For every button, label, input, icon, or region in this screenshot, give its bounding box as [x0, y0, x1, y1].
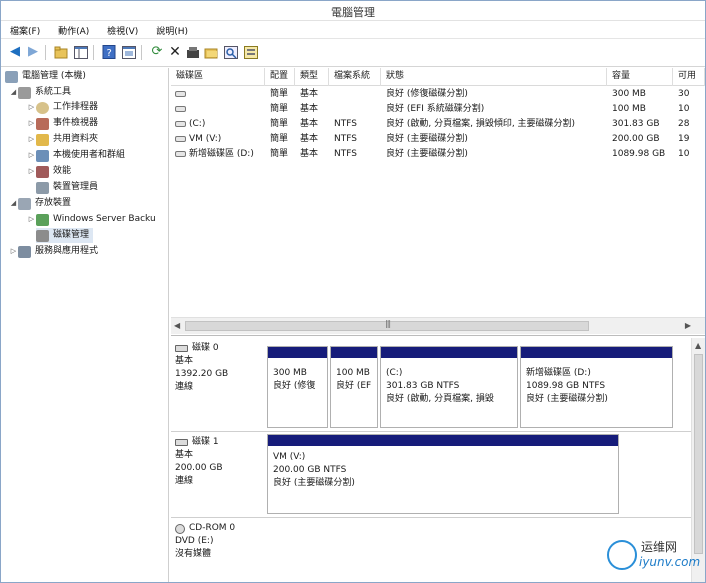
forward-icon[interactable]: ▶ — [25, 44, 41, 60]
toolbar: ◀ ▶ ? ⟳ ✕ — [1, 39, 705, 67]
volume-icon — [175, 135, 186, 142]
tree-item-storage[interactable]: ◢ 存放裝置 — [9, 196, 71, 211]
collapsed-arrow-icon[interactable]: ▷ — [27, 148, 36, 163]
scroll-thumb[interactable] — [694, 354, 703, 554]
tree-item-shared-folders[interactable]: ▷ 共用資料夾 — [27, 132, 98, 147]
partition-vm[interactable]: VM (V:) 200.00 GB NTFS 良好 (主要磁碟分割) — [267, 434, 619, 514]
delete-icon[interactable]: ✕ — [167, 44, 183, 60]
tree-item-disk-management[interactable]: 磁碟管理 — [36, 228, 94, 243]
svg-text:?: ? — [107, 48, 112, 59]
tree-item-task-scheduler[interactable]: ▷ 工作排程器 — [27, 100, 98, 115]
column-header-volume[interactable]: 磁碟區 — [171, 68, 265, 86]
tree-item-system-tools[interactable]: ◢ 系統工具 — [9, 85, 71, 100]
show-hide-tree-icon[interactable] — [73, 44, 89, 60]
menu-view[interactable]: 檢視(V) — [98, 21, 144, 37]
open-icon[interactable] — [203, 44, 219, 60]
tree-item-performance[interactable]: ▷ 效能 — [27, 164, 71, 179]
partition-efi[interactable]: 100 MB 良好 (EF — [330, 346, 378, 428]
event-icon — [36, 117, 49, 130]
tree-item-services-applications[interactable]: ▷ 服務與應用程式 — [9, 244, 98, 259]
column-header-filesystem[interactable]: 檔案系統 — [329, 68, 381, 86]
scroll-right-icon[interactable]: ▶ — [685, 321, 691, 330]
scroll-grip-icon: ||| — [385, 319, 391, 328]
storage-icon — [18, 197, 31, 210]
volume-icon — [175, 150, 186, 157]
tree-item-local-users-groups[interactable]: ▷ 本機使用者和群組 — [27, 148, 125, 163]
backup-icon — [36, 213, 49, 226]
window-title: 電腦管理 — [331, 6, 375, 19]
watermark-logo: 运维网 iyunv.com — [605, 536, 700, 576]
cdrom-0-label[interactable]: CD-ROM 0 DVD (E:) 沒有媒體 — [175, 522, 261, 561]
tree-item-computer-management[interactable]: 電腦管理 (本機) — [5, 69, 86, 84]
up-folder-icon[interactable] — [53, 44, 69, 60]
volume-icon — [175, 120, 186, 127]
menu-file[interactable]: 檔案(F) — [1, 21, 46, 37]
title-bar[interactable]: 電腦管理 — [1, 1, 705, 21]
partition-c[interactable]: (C:) 301.83 GB NTFS 良好 (啟動, 分頁檔案, 損毀 — [380, 346, 518, 428]
table-row[interactable]: 簡單 基本 良好 (修復磁碟分割) 300 MB 30 — [171, 87, 705, 102]
column-header-capacity[interactable]: 容量 — [607, 68, 673, 86]
computer-icon — [5, 70, 18, 83]
table-row[interactable]: (C:) 簡單 基本 NTFS 良好 (啟動, 分頁檔案, 損毀傾印, 主要磁碟… — [171, 117, 705, 132]
clock-icon — [36, 101, 49, 114]
horizontal-scrollbar[interactable]: ◀ ||| ▶ — [171, 317, 705, 334]
disk-graphical-view: 磁碟 0 基本 1392.20 GB 連線 300 MB 良好 (修復 100 … — [171, 338, 705, 582]
menu-action[interactable]: 動作(A) — [49, 21, 95, 37]
menu-bar: 檔案(F) 動作(A) 檢視(V) 說明(H) — [1, 21, 705, 39]
console-icon[interactable] — [121, 44, 137, 60]
console-tree: 電腦管理 (本機) ◢ 系統工具 ▷ 工作排程器 ▷ 事件檢視器 ▷ 共用資料夾… — [1, 68, 169, 582]
tree-item-event-viewer[interactable]: ▷ 事件檢視器 — [27, 116, 98, 131]
performance-icon — [36, 165, 49, 178]
column-header-free[interactable]: 可用 — [673, 68, 705, 86]
table-row[interactable]: 新增磁碟區 (D:) 簡單 基本 NTFS 良好 (主要磁碟分割) 1089.9… — [171, 147, 705, 162]
back-icon[interactable]: ◀ — [7, 44, 23, 60]
volume-list: 磁碟區 配置 類型 檔案系統 狀態 容量 可用 簡單 基本 良好 (修復磁碟分割… — [171, 68, 705, 336]
volume-icon — [175, 105, 186, 112]
folder-icon — [36, 133, 49, 146]
expanded-arrow-icon[interactable]: ◢ — [9, 196, 18, 211]
column-header-status[interactable]: 狀態 — [381, 68, 607, 86]
properties-icon[interactable] — [185, 44, 201, 60]
collapsed-arrow-icon[interactable]: ▷ — [27, 100, 36, 115]
search-icon[interactable] — [223, 44, 239, 60]
menu-help[interactable]: 說明(H) — [147, 21, 194, 37]
disk-0-label[interactable]: 磁碟 0 基本 1392.20 GB 連線 — [175, 342, 261, 394]
export-icon[interactable] — [243, 44, 259, 60]
users-icon — [36, 149, 49, 162]
refresh-icon[interactable]: ⟳ — [149, 44, 165, 60]
partition-d[interactable]: 新增磁碟區 (D:) 1089.98 GB NTFS 良好 (主要磁碟分割) — [520, 346, 673, 428]
tools-icon — [18, 86, 31, 99]
collapsed-arrow-icon[interactable]: ▷ — [27, 164, 36, 179]
services-icon — [18, 245, 31, 258]
device-icon — [36, 181, 49, 194]
column-header-type[interactable]: 類型 — [295, 68, 329, 86]
table-row[interactable]: VM (V:) 簡單 基本 NTFS 良好 (主要磁碟分割) 200.00 GB… — [171, 132, 705, 147]
disk-0-row: 磁碟 0 基本 1392.20 GB 連線 300 MB 良好 (修復 100 … — [171, 338, 691, 430]
collapsed-arrow-icon[interactable]: ▷ — [9, 244, 18, 259]
expanded-arrow-icon[interactable]: ◢ — [9, 85, 18, 100]
scroll-left-icon[interactable]: ◀ — [174, 321, 180, 330]
volume-list-header: 磁碟區 配置 類型 檔案系統 狀態 容量 可用 — [171, 68, 705, 86]
help-icon[interactable]: ? — [101, 44, 117, 60]
hard-disk-icon — [175, 439, 188, 446]
volume-icon — [175, 90, 186, 97]
disk-1-label[interactable]: 磁碟 1 基本 200.00 GB 連線 — [175, 436, 261, 488]
computer-management-window: 電腦管理 檔案(F) 動作(A) 檢視(V) 說明(H) ◀ ▶ ? ⟳ ✕ 電… — [0, 0, 706, 583]
hard-disk-icon — [175, 345, 188, 352]
collapsed-arrow-icon[interactable]: ▷ — [27, 132, 36, 147]
collapsed-arrow-icon[interactable]: ▷ — [27, 116, 36, 131]
scroll-up-icon[interactable]: ▲ — [695, 341, 701, 350]
disk-1-row: 磁碟 1 基本 200.00 GB 連線 VM (V:) 200.00 GB N… — [171, 432, 691, 516]
partition-recovery[interactable]: 300 MB 良好 (修復 — [267, 346, 328, 428]
cdrom-icon — [175, 523, 185, 534]
column-header-layout[interactable]: 配置 — [265, 68, 295, 86]
tree-item-device-manager[interactable]: 裝置管理員 — [36, 180, 98, 195]
disk-icon — [36, 229, 49, 242]
table-row[interactable]: 簡單 基本 良好 (EFI 系統磁碟分割) 100 MB 10 — [171, 102, 705, 117]
tree-item-windows-server-backup[interactable]: ▷ Windows Server Backu — [27, 212, 156, 227]
collapsed-arrow-icon[interactable]: ▷ — [27, 212, 36, 227]
watermark-circle-icon — [607, 540, 637, 570]
